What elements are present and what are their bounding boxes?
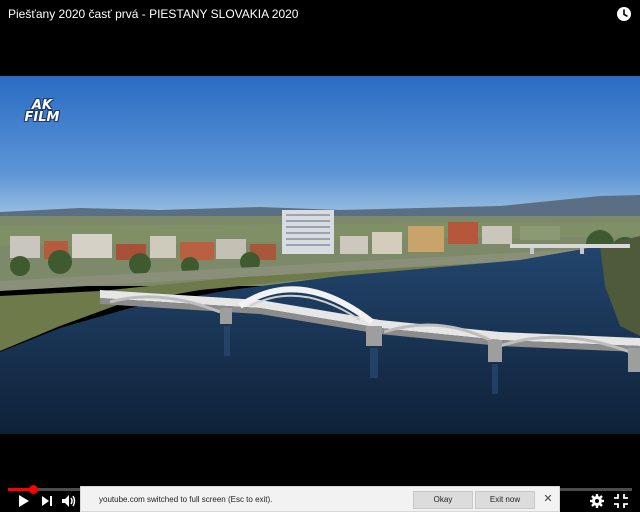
volume-icon[interactable] xyxy=(60,492,78,510)
exit-fullscreen-icon[interactable] xyxy=(612,492,630,510)
fullscreen-notice: youtube.com switched to full screen (Esc… xyxy=(80,486,560,512)
channel-watermark: AK FILM xyxy=(16,99,68,125)
video-title[interactable]: Piešťany 2020 časť prvá - PIESTANY SLOVA… xyxy=(8,6,608,22)
clock-icon[interactable] xyxy=(616,6,632,22)
exit-now-button[interactable]: Exit now xyxy=(475,491,535,509)
fullscreen-notice-message: youtube.com switched to full screen (Esc… xyxy=(99,495,273,504)
video-player[interactable]: Piešťany 2020 časť prvá - PIESTANY SLOVA… xyxy=(0,0,640,512)
play-icon[interactable] xyxy=(14,492,32,510)
close-icon[interactable]: ✕ xyxy=(541,492,555,506)
okay-button[interactable]: Okay xyxy=(413,491,473,509)
watermark-line-2: FILM xyxy=(24,110,60,125)
gear-icon[interactable] xyxy=(588,492,606,510)
video-frame[interactable] xyxy=(0,76,640,434)
next-icon[interactable] xyxy=(38,492,56,510)
